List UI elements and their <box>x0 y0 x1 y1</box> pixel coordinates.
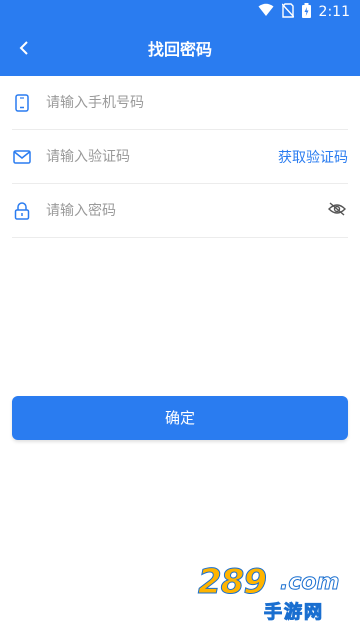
back-button[interactable] <box>6 32 42 68</box>
watermark-number: 289 <box>198 562 268 603</box>
status-time: 2:11 <box>318 4 350 20</box>
phone-row <box>12 76 348 130</box>
lock-icon <box>12 201 32 221</box>
verification-code-input[interactable] <box>44 135 278 178</box>
password-row <box>12 184 348 238</box>
wifi-icon <box>258 3 274 21</box>
phone-input[interactable] <box>44 81 348 124</box>
status-bar: 2:11 <box>0 0 360 24</box>
chevron-left-icon <box>18 40 30 60</box>
app-bar: 找回密码 <box>0 24 360 76</box>
get-code-button[interactable]: 获取验证码 <box>278 147 348 167</box>
page-title: 找回密码 <box>147 40 212 59</box>
watermark-domain: .com <box>279 570 340 596</box>
watermark-name: 手游网 <box>264 602 324 624</box>
status-icons: 2:11 <box>258 2 350 22</box>
eye-hidden-icon <box>328 201 346 220</box>
password-input[interactable] <box>44 189 326 232</box>
code-row: 获取验证码 <box>12 130 348 184</box>
battery-charging-icon <box>301 2 311 22</box>
confirm-button[interactable]: 确定 <box>12 396 348 440</box>
site-watermark-logo: 289 .com 手游网 <box>198 562 348 632</box>
no-sim-icon <box>281 2 295 22</box>
mail-icon <box>12 147 32 167</box>
password-visibility-toggle[interactable] <box>326 200 348 222</box>
phone-icon <box>12 93 32 113</box>
reset-password-form: 获取验证码 <box>12 76 348 238</box>
